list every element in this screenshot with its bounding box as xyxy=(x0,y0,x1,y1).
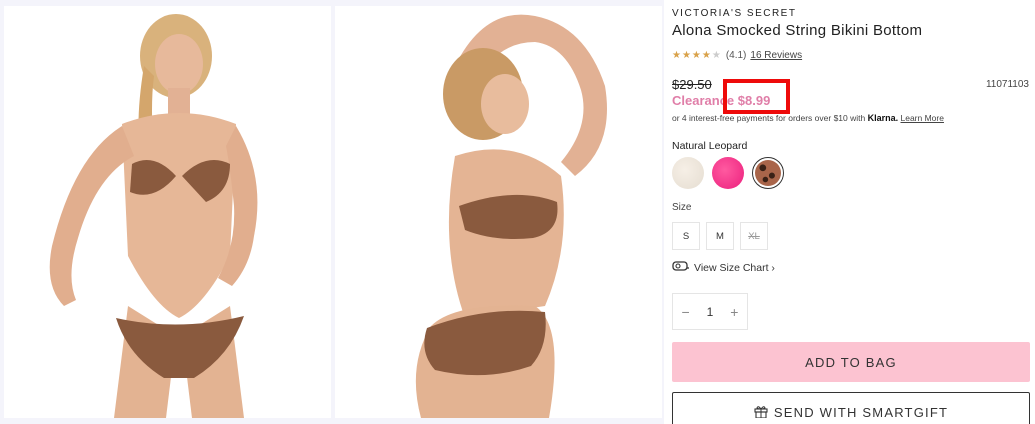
product-rating: ★★★★★ (4.1) 16 Reviews xyxy=(672,50,802,61)
quantity-value: 1 xyxy=(706,304,714,319)
highlight-box xyxy=(723,79,790,114)
product-image-front[interactable] xyxy=(4,6,331,418)
send-with-smartgift-label: SEND WITH SMARTGIFT xyxy=(773,405,949,420)
quantity-stepper: − 1 + xyxy=(672,293,748,330)
quantity-plus-button[interactable]: + xyxy=(730,304,738,320)
swatch-leopard-selected[interactable] xyxy=(752,157,784,189)
model-front-illustration xyxy=(4,6,331,418)
rating-value: (4.1) xyxy=(725,50,747,61)
swatch-cream[interactable] xyxy=(672,157,704,189)
klarna-message: or 4 interest-free payments for orders o… xyxy=(672,113,944,123)
size-option-m[interactable]: M xyxy=(706,222,734,250)
add-to-bag-button[interactable]: ADD TO BAG xyxy=(672,342,1030,382)
klarna-learn-more-link[interactable]: Learn More xyxy=(901,113,944,123)
size-options: S M XL xyxy=(672,222,768,250)
reviews-link[interactable]: 16 Reviews xyxy=(750,50,802,61)
quantity-minus-button[interactable]: − xyxy=(681,304,689,320)
product-image-back[interactable] xyxy=(335,6,662,418)
size-chart-link[interactable]: View Size Chart › xyxy=(672,260,775,275)
rating-stars-icon: ★★★★★ xyxy=(672,50,722,61)
swatch-pink[interactable] xyxy=(712,157,744,189)
original-price: $29.50 xyxy=(672,77,712,92)
product-title: Alona Smocked String Bikini Bottom xyxy=(672,22,923,39)
size-label: Size xyxy=(672,202,692,213)
gift-icon xyxy=(754,405,768,421)
klarna-logo: Klarna. xyxy=(867,113,899,123)
size-chart-label: View Size Chart › xyxy=(694,261,775,274)
send-with-smartgift-button[interactable]: SEND WITH SMARTGIFT xyxy=(672,392,1030,424)
product-info-panel: VICTORIA'S SECRET Alona Smocked String B… xyxy=(664,0,1035,424)
size-option-s[interactable]: S xyxy=(672,222,700,250)
color-swatches xyxy=(672,157,784,189)
measuring-tape-icon xyxy=(672,260,690,275)
color-label: Natural Leopard xyxy=(672,140,748,152)
brand-name: VICTORIA'S SECRET xyxy=(672,8,797,19)
product-page: VICTORIA'S SECRET Alona Smocked String B… xyxy=(0,0,1035,424)
klarna-text: or 4 interest-free payments for orders o… xyxy=(672,113,866,123)
size-option-xl[interactable]: XL xyxy=(740,222,768,250)
product-sku: 11071103 xyxy=(985,79,1029,90)
model-back-illustration xyxy=(335,6,662,418)
swatch-leopard xyxy=(755,160,781,186)
